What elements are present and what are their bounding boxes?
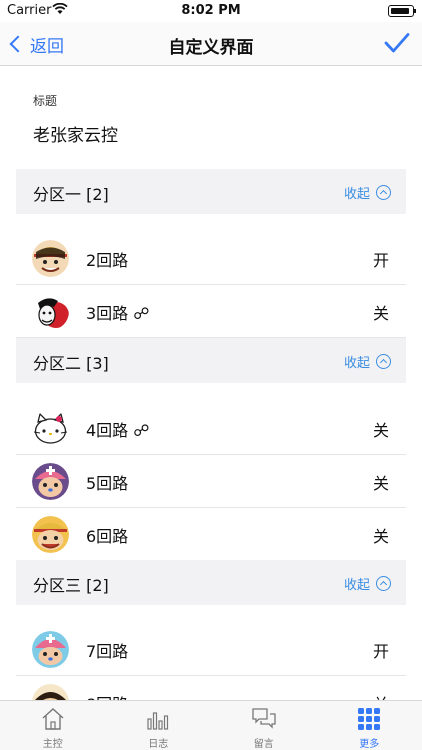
circuit-name: 6回路 [86,527,129,546]
avatar [32,293,69,330]
title-value: 老张家云控 [33,126,118,146]
circuit-row[interactable]: 4回路 ☍ 关 [16,402,406,455]
tab-label: 主控 [42,739,63,750]
collapse-label: 收起 [343,578,370,593]
section-name: 分区二 [3] [33,354,109,373]
collapse-button[interactable]: 收起 [344,183,391,202]
circuit-name: 5回路 [86,474,129,493]
circuit-row[interactable]: 5回路 关 [16,455,406,508]
title-label: 标题 [33,94,58,108]
tab-log[interactable]: 日志 [106,701,212,750]
avatar [32,240,69,277]
avatar [32,410,69,447]
tab-label: 日志 [148,739,169,750]
section-header: 分区二 [3] 收起 [16,338,406,383]
collapse-label: 收起 [343,356,370,371]
page-title: 自定义界面 [168,38,254,58]
navigation-bar: 返回 自定义界面 [0,22,422,66]
circuit-row[interactable]: 3回路 ☍ 关 [16,285,406,338]
circuit-state[interactable]: 开 [373,247,389,271]
section-header: 分区一 [2] 收起 [16,169,406,214]
home-icon [42,708,64,730]
tab-label: 留言 [253,739,274,750]
collapse-button[interactable]: 收起 [344,352,391,371]
collapse-label: 收起 [343,187,370,202]
title-field[interactable]: 标题 老张家云控 [33,92,118,146]
done-button[interactable] [384,32,410,54]
circuit-row[interactable]: 2回路 开 [16,232,406,285]
chat-bubbles-icon [252,708,276,729]
circuit-name: 2回路 [86,251,129,270]
section-name: 分区一 [2] [33,185,109,204]
circuit-state[interactable]: 关 [373,470,389,494]
tab-bar: 主控 日志 留言 更多 [0,700,422,750]
chevron-up-icon [376,354,391,369]
tab-main-control[interactable]: 主控 [0,701,106,750]
avatar [32,516,69,553]
circuit-row[interactable]: 6回路 关 [16,508,406,561]
tab-messages[interactable]: 留言 [211,701,317,750]
circuit-state[interactable]: 关 [373,300,389,324]
circuit-name: 3回路 ☍ [86,304,150,323]
bar-chart-icon [147,712,169,730]
battery-icon [388,5,416,17]
status-bar: Carrier 8:02 PM [0,0,422,22]
tab-more[interactable]: 更多 [317,701,422,750]
circuit-row[interactable]: 7回路 开 [16,623,406,676]
grid-icon [358,708,381,730]
section-name: 分区三 [2] [33,576,109,595]
avatar [32,631,69,668]
clock-time: 8:02 PM [181,3,241,18]
section-header: 分区三 [2] 收起 [16,560,406,605]
circuit-name: 7回路 [86,642,129,661]
circuit-name: 4回路 ☍ [86,421,150,440]
collapse-button[interactable]: 收起 [344,574,391,593]
circuit-state[interactable]: 关 [373,523,389,547]
chevron-up-icon [376,185,391,200]
circuit-state[interactable]: 开 [373,638,389,662]
circuit-state[interactable]: 关 [373,417,389,441]
tab-label: 更多 [359,739,380,750]
chevron-up-icon [376,576,391,591]
checkmark-icon [384,33,410,53]
avatar [32,463,69,500]
